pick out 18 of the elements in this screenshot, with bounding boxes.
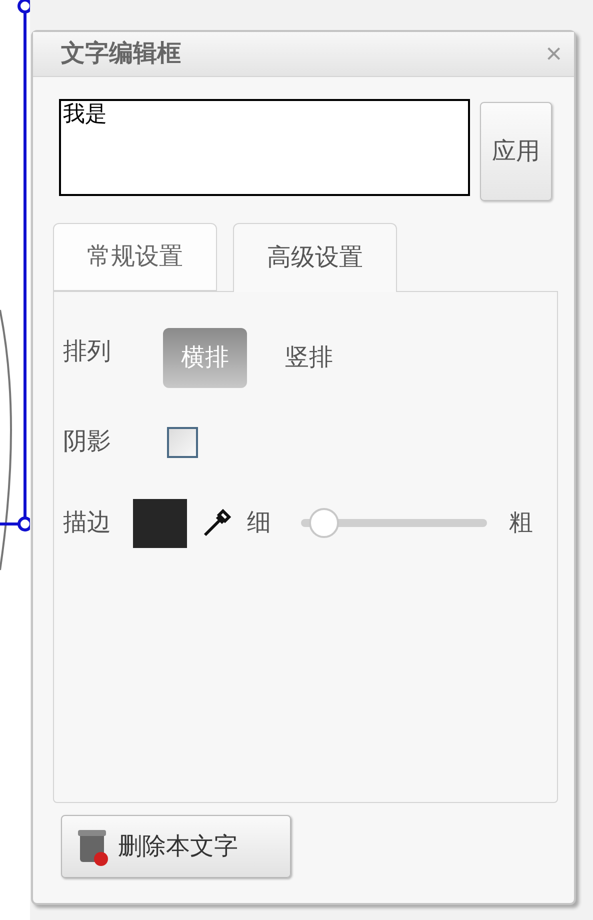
thin-label: 细 <box>247 508 271 538</box>
thick-label: 粗 <box>509 508 533 538</box>
trash-icon <box>76 828 108 866</box>
shadow-label: 阴影 <box>63 427 112 457</box>
arrangement-option[interactable]: 竖排 <box>285 328 333 388</box>
text-input-field[interactable]: 我是 <box>59 99 470 196</box>
window-title: 文字编辑框 <box>61 39 181 69</box>
stroke-label: 描边 <box>63 508 112 538</box>
width-slider[interactable] <box>301 508 487 538</box>
delete-text-button[interactable]: 删除本文字 <box>61 815 291 878</box>
slider-thumb[interactable] <box>308 508 339 538</box>
tab[interactable]: 高级设置 <box>233 223 397 292</box>
tab[interactable]: 常规设置 <box>53 223 217 291</box>
apply-button[interactable]: 应用 <box>480 102 552 201</box>
color-swatch[interactable] <box>133 498 187 548</box>
shadow-checkbox[interactable] <box>167 426 198 458</box>
arrangement-label: 排列 <box>63 337 112 367</box>
eyedropper-icon <box>201 507 233 539</box>
